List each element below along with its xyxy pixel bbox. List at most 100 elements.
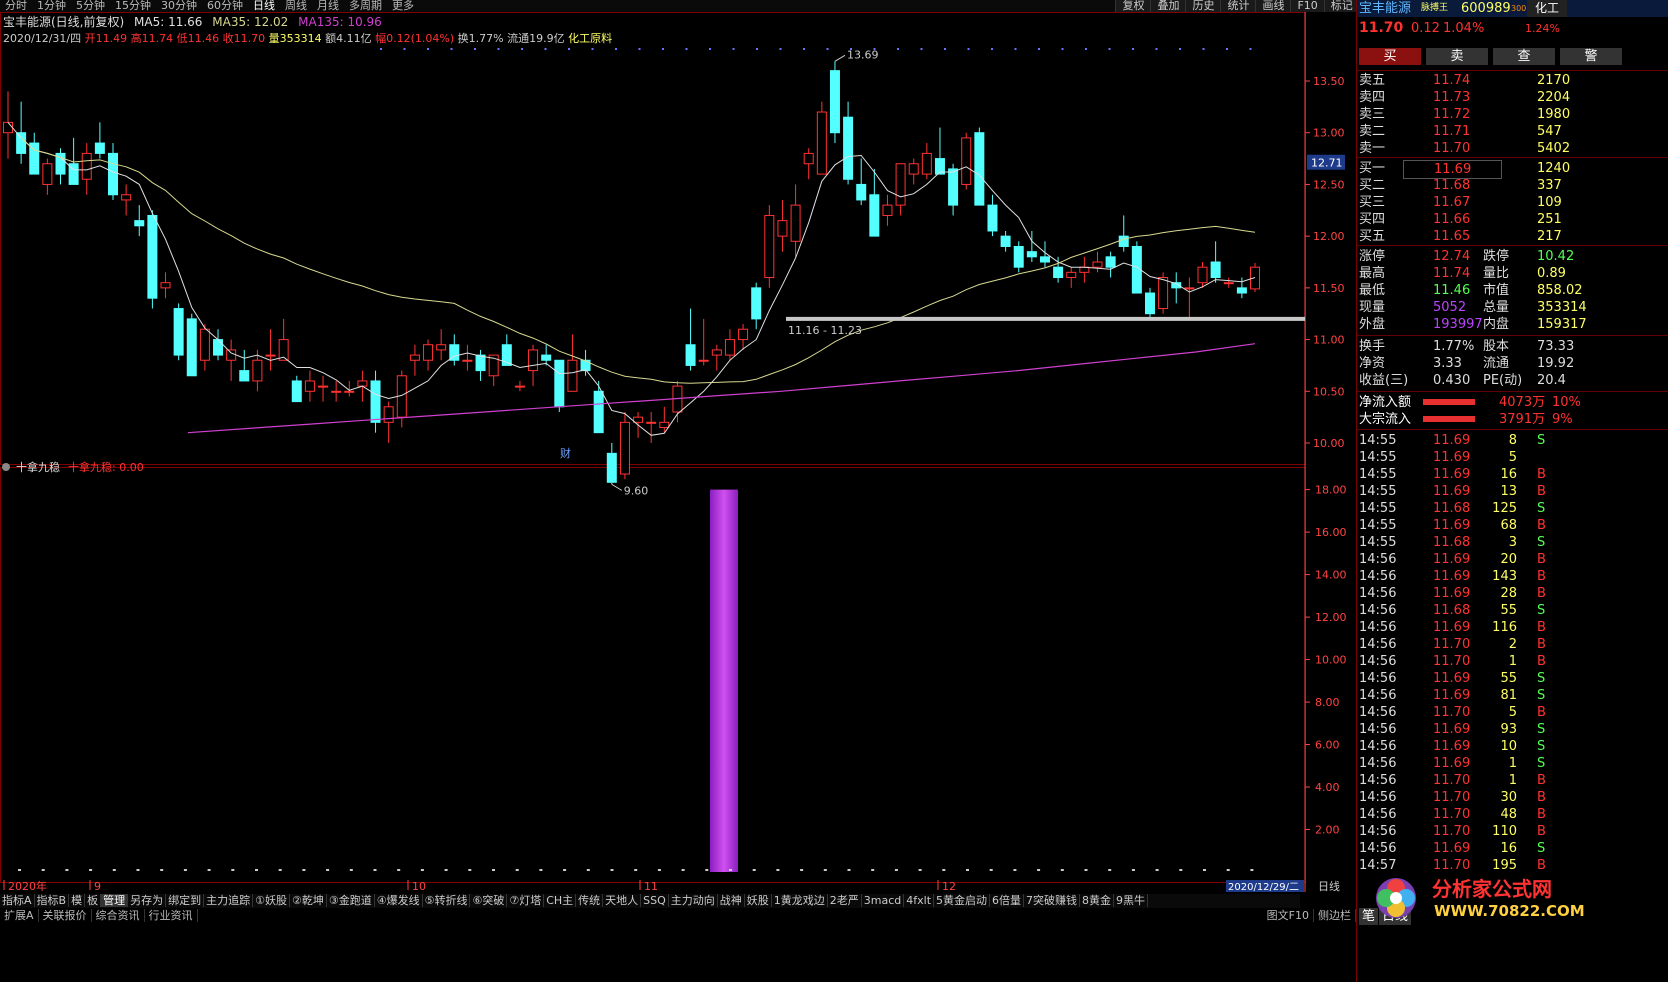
trade-button[interactable]: 查 <box>1493 48 1555 65</box>
baseline-dot <box>1037 869 1041 871</box>
indicator-button[interactable]: 7突破赚钱 <box>1024 894 1081 907</box>
tick-time: 14:56 <box>1359 824 1397 839</box>
tick-time: 14:56 <box>1359 603 1397 618</box>
candle-body <box>239 370 250 382</box>
indicator-button[interactable]: 主力动向 <box>668 894 718 907</box>
indicator-button[interactable]: 管理 <box>101 894 129 907</box>
baseline-dot <box>1179 869 1183 871</box>
stat-value: 858.02 <box>1537 283 1583 298</box>
indicator-button[interactable]: ③金跑道 <box>326 894 375 907</box>
toolbar-button[interactable]: 标记 <box>1323 0 1359 12</box>
indicator-button[interactable]: 妖股 <box>744 894 772 907</box>
candle <box>882 194 893 226</box>
candle-body <box>541 354 552 361</box>
price-tick-label: 11.00 <box>1313 334 1345 347</box>
tick-volume: 48 <box>1500 807 1517 822</box>
timeframe-tab[interactable]: 多周期 <box>344 0 387 12</box>
tick-row: 14:56 11.70 110 B <box>1357 823 1668 840</box>
toolbar-button[interactable]: 复权 <box>1115 0 1151 12</box>
stat-value: 3.33 <box>1433 356 1462 371</box>
indicator-button[interactable]: 8黄金 <box>1080 894 1115 907</box>
kline-chart[interactable]: 13.50 13.00 12.50 12.00 11.50 11.00 10.50 10.00… <box>0 12 1356 892</box>
timeframe-tab[interactable]: 日线 <box>248 0 280 12</box>
tick-price: 11.70 <box>1433 773 1471 788</box>
candle <box>895 163 906 216</box>
indicator-button[interactable]: 2老严 <box>827 894 862 907</box>
footer-right-tab[interactable]: 图文F10 <box>1262 909 1314 922</box>
indicator-button[interactable]: ⑤转折线 <box>422 894 471 907</box>
indicator-button[interactable]: 指标B <box>34 894 70 907</box>
baseline-dot <box>894 869 898 871</box>
indicator-button[interactable]: SSQ <box>641 894 669 907</box>
timeframe-tab[interactable]: 分时 <box>0 0 32 12</box>
indicator-tick-label: 18.00 <box>1315 484 1347 497</box>
quote-panel: 宝丰能源 脉搏王 600989 300 化工 11.70 0.12 1.04% 1.24% 买卖查… <box>1356 0 1668 982</box>
price-change: 0.12 <box>1411 21 1440 36</box>
period-button[interactable]: 日线 <box>1318 879 1340 892</box>
toolbar-button[interactable]: 叠加 <box>1150 0 1186 12</box>
indicator-button[interactable]: 主力追踪 <box>204 894 254 907</box>
indicator-button[interactable]: 4fxlt <box>904 894 935 907</box>
sector-tag[interactable]: 化工 <box>1527 0 1568 17</box>
ask-volume: 1980 <box>1537 107 1571 122</box>
indicator-button[interactable]: 5黄金启动 <box>934 894 991 907</box>
timeframe-tab[interactable]: 30分钟 <box>156 0 202 12</box>
footer-tab[interactable]: 综合资讯 <box>91 909 145 922</box>
timeframe-tab[interactable]: 60分钟 <box>202 0 248 12</box>
tick-price: 11.69 <box>1433 467 1471 482</box>
timeframe-tab[interactable]: 月线 <box>312 0 344 12</box>
indicator-button[interactable]: 板 <box>85 894 102 907</box>
baseline-dot <box>207 869 211 871</box>
timeframe-tab[interactable]: 周线 <box>280 0 312 12</box>
timeframe-tab[interactable]: 1分钟 <box>32 0 71 12</box>
candle-body <box>16 132 27 154</box>
indicator-button[interactable]: ④爆发线 <box>374 894 423 907</box>
indicator-button[interactable]: 模 <box>69 894 86 907</box>
trade-button[interactable]: 卖 <box>1426 48 1488 65</box>
indicator-value: 十拿九稳: 0.00 <box>68 460 144 474</box>
timeframe-tab[interactable]: 5分钟 <box>71 0 110 12</box>
date-label: 9 <box>94 880 101 892</box>
toolbar-button[interactable]: 历史 <box>1185 0 1221 12</box>
indicator-button[interactable]: 3macd <box>861 894 905 907</box>
indicator-button[interactable]: 传统 <box>576 894 604 907</box>
indicator-button[interactable]: 绑定到 <box>166 894 205 907</box>
timeframe-tab[interactable]: 15分钟 <box>110 0 156 12</box>
timeframe-tab[interactable]: 更多 <box>387 0 419 12</box>
ask-label: 卖一 <box>1359 141 1386 156</box>
candle <box>1066 267 1077 288</box>
indicator-button[interactable]: 指标A <box>0 894 35 907</box>
indicator-button[interactable]: 9黑牛 <box>1114 894 1149 907</box>
indicator-button[interactable]: 另存为 <box>128 894 167 907</box>
indicator-button[interactable]: 6倍量 <box>990 894 1025 907</box>
footer-tab[interactable]: 关联报价 <box>38 909 92 922</box>
toolbar-button[interactable]: F10 <box>1290 0 1324 12</box>
trade-button[interactable]: 买 <box>1359 48 1421 65</box>
footer-tab[interactable]: 行业资讯 <box>144 909 198 922</box>
footer-tab[interactable]: 扩展A <box>0 909 39 922</box>
divider <box>1357 157 1668 158</box>
footer-right-tab[interactable]: 侧边栏 <box>1314 909 1356 922</box>
stat-label: 收益(三) <box>1359 373 1409 388</box>
indicator-button[interactable]: ⑥突破 <box>470 894 508 907</box>
toolbar-button[interactable]: 画线 <box>1255 0 1291 12</box>
indicator-button[interactable]: CH主 <box>544 894 577 907</box>
baseline-dot <box>942 869 946 871</box>
toolbar-button[interactable]: 统计 <box>1220 0 1256 12</box>
indicator-collapse-icon[interactable] <box>2 463 10 471</box>
candle-body <box>226 349 237 361</box>
trade-button[interactable]: 警 <box>1560 48 1622 65</box>
stat-label: 量比 <box>1483 266 1510 281</box>
indicator-button[interactable]: 天地人 <box>603 894 642 907</box>
indicator-button[interactable]: ①妖股 <box>253 894 290 907</box>
ask-label: 卖三 <box>1359 107 1386 122</box>
indicator-button[interactable]: ②乾坤 <box>289 894 327 907</box>
indicator-button[interactable]: 1黄龙戏边 <box>771 894 828 907</box>
indicator-button[interactable]: 战神 <box>717 894 745 907</box>
candle-body <box>974 132 985 206</box>
candle-body <box>475 354 486 372</box>
quote-row: 买一 11.69 1240 <box>1357 160 1668 179</box>
indicator-button[interactable]: ⑦灯塔 <box>507 894 545 907</box>
tick-volume: 30 <box>1500 790 1517 805</box>
baseline-dot <box>1013 869 1017 871</box>
